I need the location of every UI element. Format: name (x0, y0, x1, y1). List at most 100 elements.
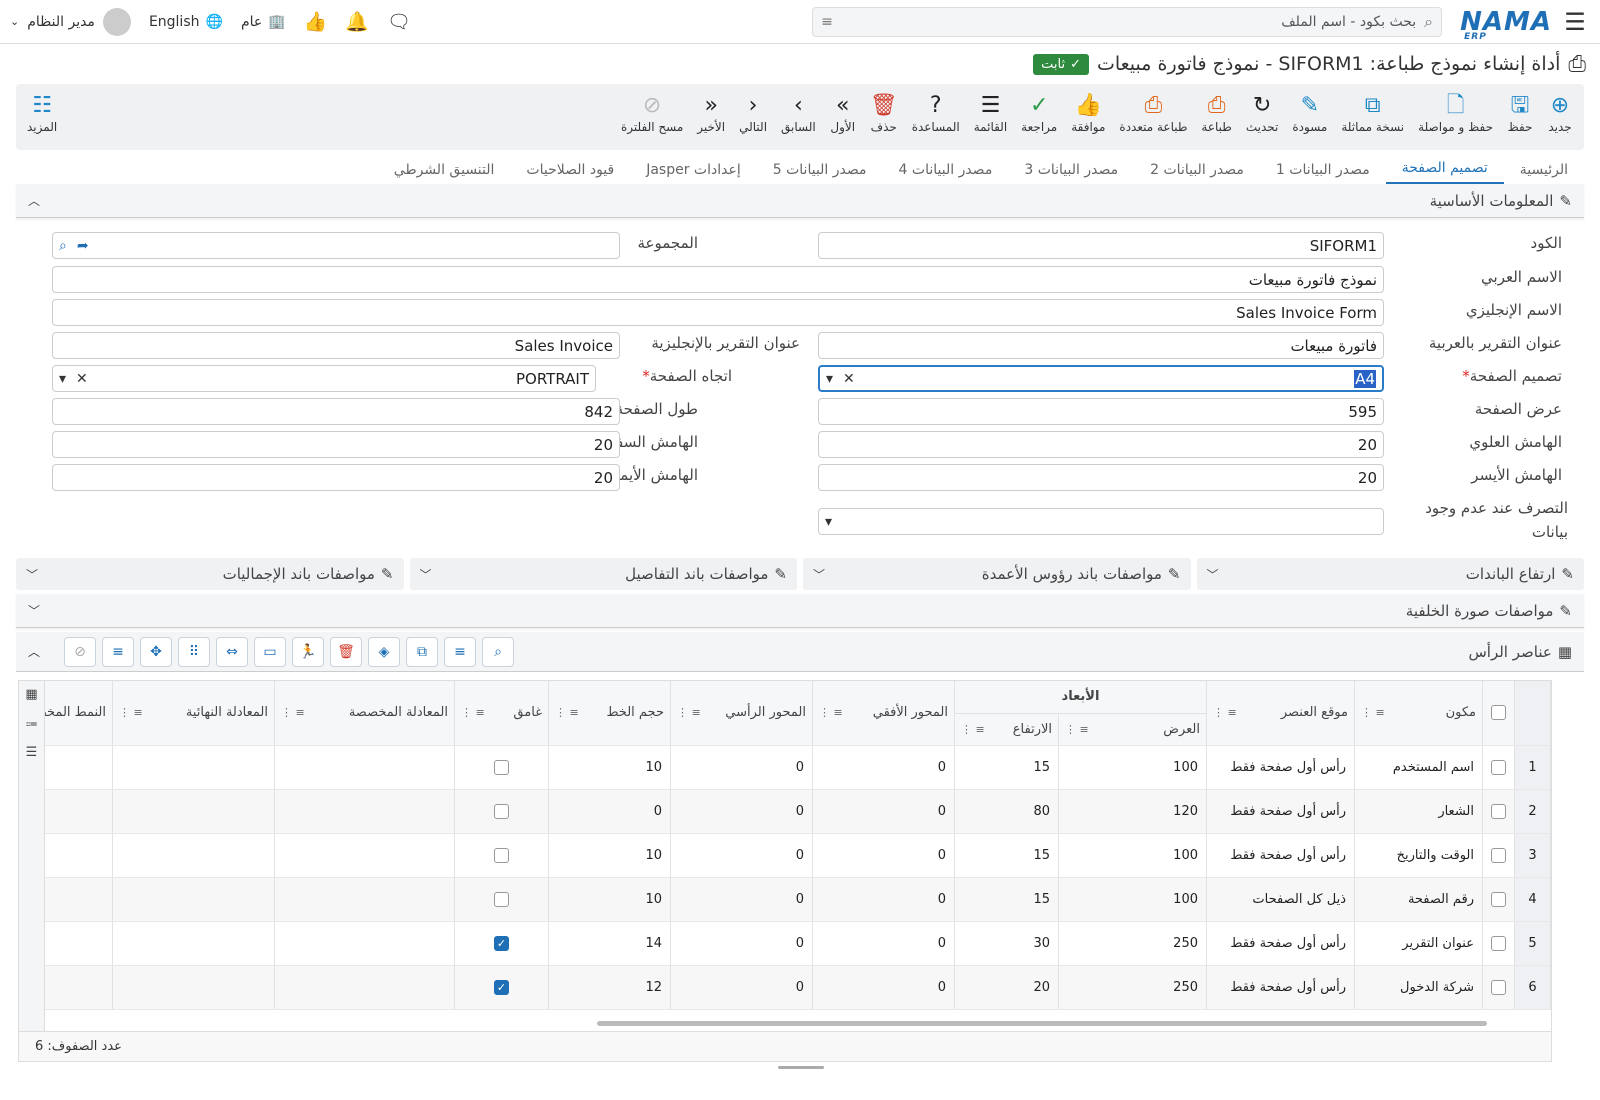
toolbar-button-refresh[interactable]: ↻ تحديث (1239, 92, 1286, 134)
cell-height[interactable]: 20 (954, 965, 1059, 1010)
cell-width[interactable]: 250 (1058, 965, 1207, 1010)
col-width[interactable]: العرض ≡ ⋮ (1058, 713, 1207, 746)
row-select[interactable] (1482, 833, 1515, 878)
bold-checkbox[interactable] (494, 847, 509, 863)
clear-icon[interactable]: ✕ (843, 371, 855, 387)
band-section-1[interactable]: ✎ مواصفات باند رؤوس الأعمدة ﹀ (803, 558, 1191, 590)
band-section-0[interactable]: ✎ ارتفاع الباندات ﹀ (1196, 558, 1584, 590)
dropdown-arrow-icon[interactable]: ▾ (59, 371, 66, 387)
table-row[interactable]: 4 رقم الصفحة ذيل كل الصفحات 100 15 0 0 10 (22, 877, 1551, 922)
toolbar-button-first[interactable]: » الأول (823, 92, 863, 134)
chevron-down-icon[interactable]: ﹀ (26, 566, 38, 583)
cell-custom-eq[interactable] (274, 965, 455, 1010)
toolbar-button-duplicate[interactable]: ⧉ نسخة مماثلة (1334, 92, 1411, 134)
chevron-up-icon[interactable]: ︿ (28, 643, 40, 660)
cell-component[interactable]: رقم الصفحة (1354, 877, 1483, 922)
row-select[interactable] (1482, 921, 1515, 966)
cell-component[interactable]: الوقت والتاريخ (1354, 833, 1483, 878)
search-box[interactable]: ⌕ بحث بكود - اسم الملف ≡ (812, 6, 1443, 37)
dropdown-arrow-icon[interactable]: ▾ (825, 514, 832, 530)
tab-6[interactable]: مصدر البيانات 5 (757, 156, 883, 184)
filter-button[interactable]: ≡ (102, 636, 135, 667)
filter-icon[interactable]: ⩴ (26, 716, 37, 731)
tab-1[interactable]: تصميم الصفحة (1385, 154, 1504, 184)
resize-handle[interactable] (778, 1066, 824, 1069)
menu-lines-icon[interactable]: ☰ (26, 745, 38, 760)
move-button[interactable]: ✥ (140, 636, 173, 667)
row-select[interactable] (1482, 877, 1515, 922)
col-custom-eq[interactable]: المعادلة المخصصة ≡ ⋮ (274, 681, 455, 746)
bold-checkbox[interactable] (494, 803, 509, 819)
thumbs-up-icon[interactable]: 👍 (304, 10, 328, 33)
cell-height[interactable]: 15 (954, 877, 1059, 922)
cell-x[interactable]: 0 (812, 965, 955, 1010)
tab-7[interactable]: إعدادات Jasper (630, 156, 757, 184)
cell-custom-eq[interactable] (274, 833, 455, 878)
search-input[interactable]: بحث بكود - اسم الملف (841, 14, 1416, 30)
cell-component[interactable]: اسم المستخدم (1354, 745, 1483, 790)
col-bold[interactable]: غامق ≡ ⋮ (454, 681, 549, 746)
cell-component[interactable]: الشعار (1354, 789, 1483, 834)
tab-9[interactable]: التنسيق الشرطي (378, 156, 511, 184)
toolbar-button-multi-print[interactable]: ⎙ طباعة متعددة (1112, 92, 1194, 134)
align-button[interactable]: ▭ (254, 636, 287, 667)
cell-y[interactable]: 0 (670, 965, 813, 1010)
cell-x[interactable]: 0 (812, 921, 955, 966)
en-title-field[interactable]: Sales Invoice (52, 332, 620, 359)
cell-x[interactable]: 0 (812, 745, 955, 790)
ar-title-field[interactable]: فاتورة مبيعات (818, 332, 1384, 359)
tab-4[interactable]: مصدر البيانات 3 (1008, 156, 1134, 184)
columns-icon[interactable]: ▦ (25, 687, 37, 702)
cell-y[interactable]: 0 (670, 789, 813, 834)
bold-checkbox[interactable]: ✓ (494, 979, 509, 995)
cell-final-eq[interactable] (112, 965, 275, 1010)
col-font-size[interactable]: حجم الخط ≡ ⋮ (548, 681, 671, 746)
cell-final-eq[interactable] (112, 789, 275, 834)
cell-width[interactable]: 250 (1058, 921, 1207, 966)
cell-width[interactable]: 120 (1058, 789, 1207, 834)
chat-icon[interactable]: 🗨 (387, 10, 411, 33)
page-design-select[interactable]: A4 ✕ ▾ (818, 365, 1384, 392)
cell-y[interactable]: 0 (670, 833, 813, 878)
search-rows-button[interactable]: ⌕ (482, 636, 515, 667)
more-button[interactable]: ☷ المزيد (20, 92, 64, 134)
toolbar-button-plus-circle[interactable]: ⊕ جديد (1540, 92, 1580, 134)
table-row[interactable]: 5 عنوان التقرير رأس أول صفحة فقط 250 30 0 0 14 ✓ (22, 921, 1551, 966)
cell-component[interactable]: عنوان التقرير (1354, 921, 1483, 966)
toolbar-button-next[interactable]: ‹ التالي (732, 92, 774, 134)
row-checkbox[interactable] (1491, 759, 1506, 775)
cell-custom-eq[interactable] (274, 877, 455, 922)
cell-bold[interactable] (454, 789, 549, 834)
table-row[interactable]: 6 شركة الدخول رأس أول صفحة فقط 250 20 0 0 12 ✓ (22, 965, 1551, 1010)
select-all-checkbox[interactable] (1491, 705, 1506, 721)
cell-final-eq[interactable] (112, 833, 275, 878)
cell-bold[interactable] (454, 833, 549, 878)
horizontal-scrollbar[interactable] (597, 1021, 1487, 1026)
cell-height[interactable]: 80 (954, 789, 1059, 834)
copy-button[interactable]: ⧉ (406, 636, 439, 667)
basic-info-header[interactable]: ✎ المعلومات الأساسية ︿ (16, 184, 1584, 218)
toolbar-button-print[interactable]: ⎙ طباعة (1194, 92, 1238, 134)
cell-width[interactable]: 100 (1058, 833, 1207, 878)
row-select[interactable] (1482, 789, 1515, 834)
cell-bold[interactable]: ✓ (454, 921, 549, 966)
page-height-field[interactable]: 842 (52, 398, 620, 425)
bottom-margin-field[interactable]: 20 (52, 431, 620, 458)
background-section-header[interactable]: ✎ مواصفات صورة الخلفية ﹀ (16, 594, 1584, 628)
toolbar-button-help[interactable]: ? المساعدة (905, 92, 967, 134)
top-margin-field[interactable]: 20 (818, 431, 1384, 458)
toolbar-button-save-continue[interactable]: 🗋 حفظ و مواصلة (1411, 92, 1500, 134)
table-row[interactable]: 2 الشعار رأس أول صفحة فقط 120 80 0 0 0 (22, 789, 1551, 834)
cell-width[interactable]: 100 (1058, 745, 1207, 790)
row-checkbox[interactable] (1491, 891, 1506, 907)
toolbar-button-clear-filter[interactable]: ⊘ مسح الفلترة (614, 92, 690, 134)
tab-3[interactable]: مصدر البيانات 2 (1134, 156, 1260, 184)
toolbar-button-last[interactable]: «الأخير (690, 92, 732, 134)
company-selector[interactable]: 🏢 عام (241, 14, 286, 30)
cell-font-size[interactable]: 0 (548, 789, 671, 834)
toolbar-button-draft[interactable]: ✎ مسودة (1285, 92, 1334, 134)
chevron-down-icon[interactable]: ﹀ (813, 566, 825, 583)
orientation-select[interactable]: PORTRAIT ✕ ▾ (52, 365, 596, 392)
cell-final-eq[interactable] (112, 745, 275, 790)
user-menu[interactable]: مدير النظام ⌄ (10, 7, 131, 36)
